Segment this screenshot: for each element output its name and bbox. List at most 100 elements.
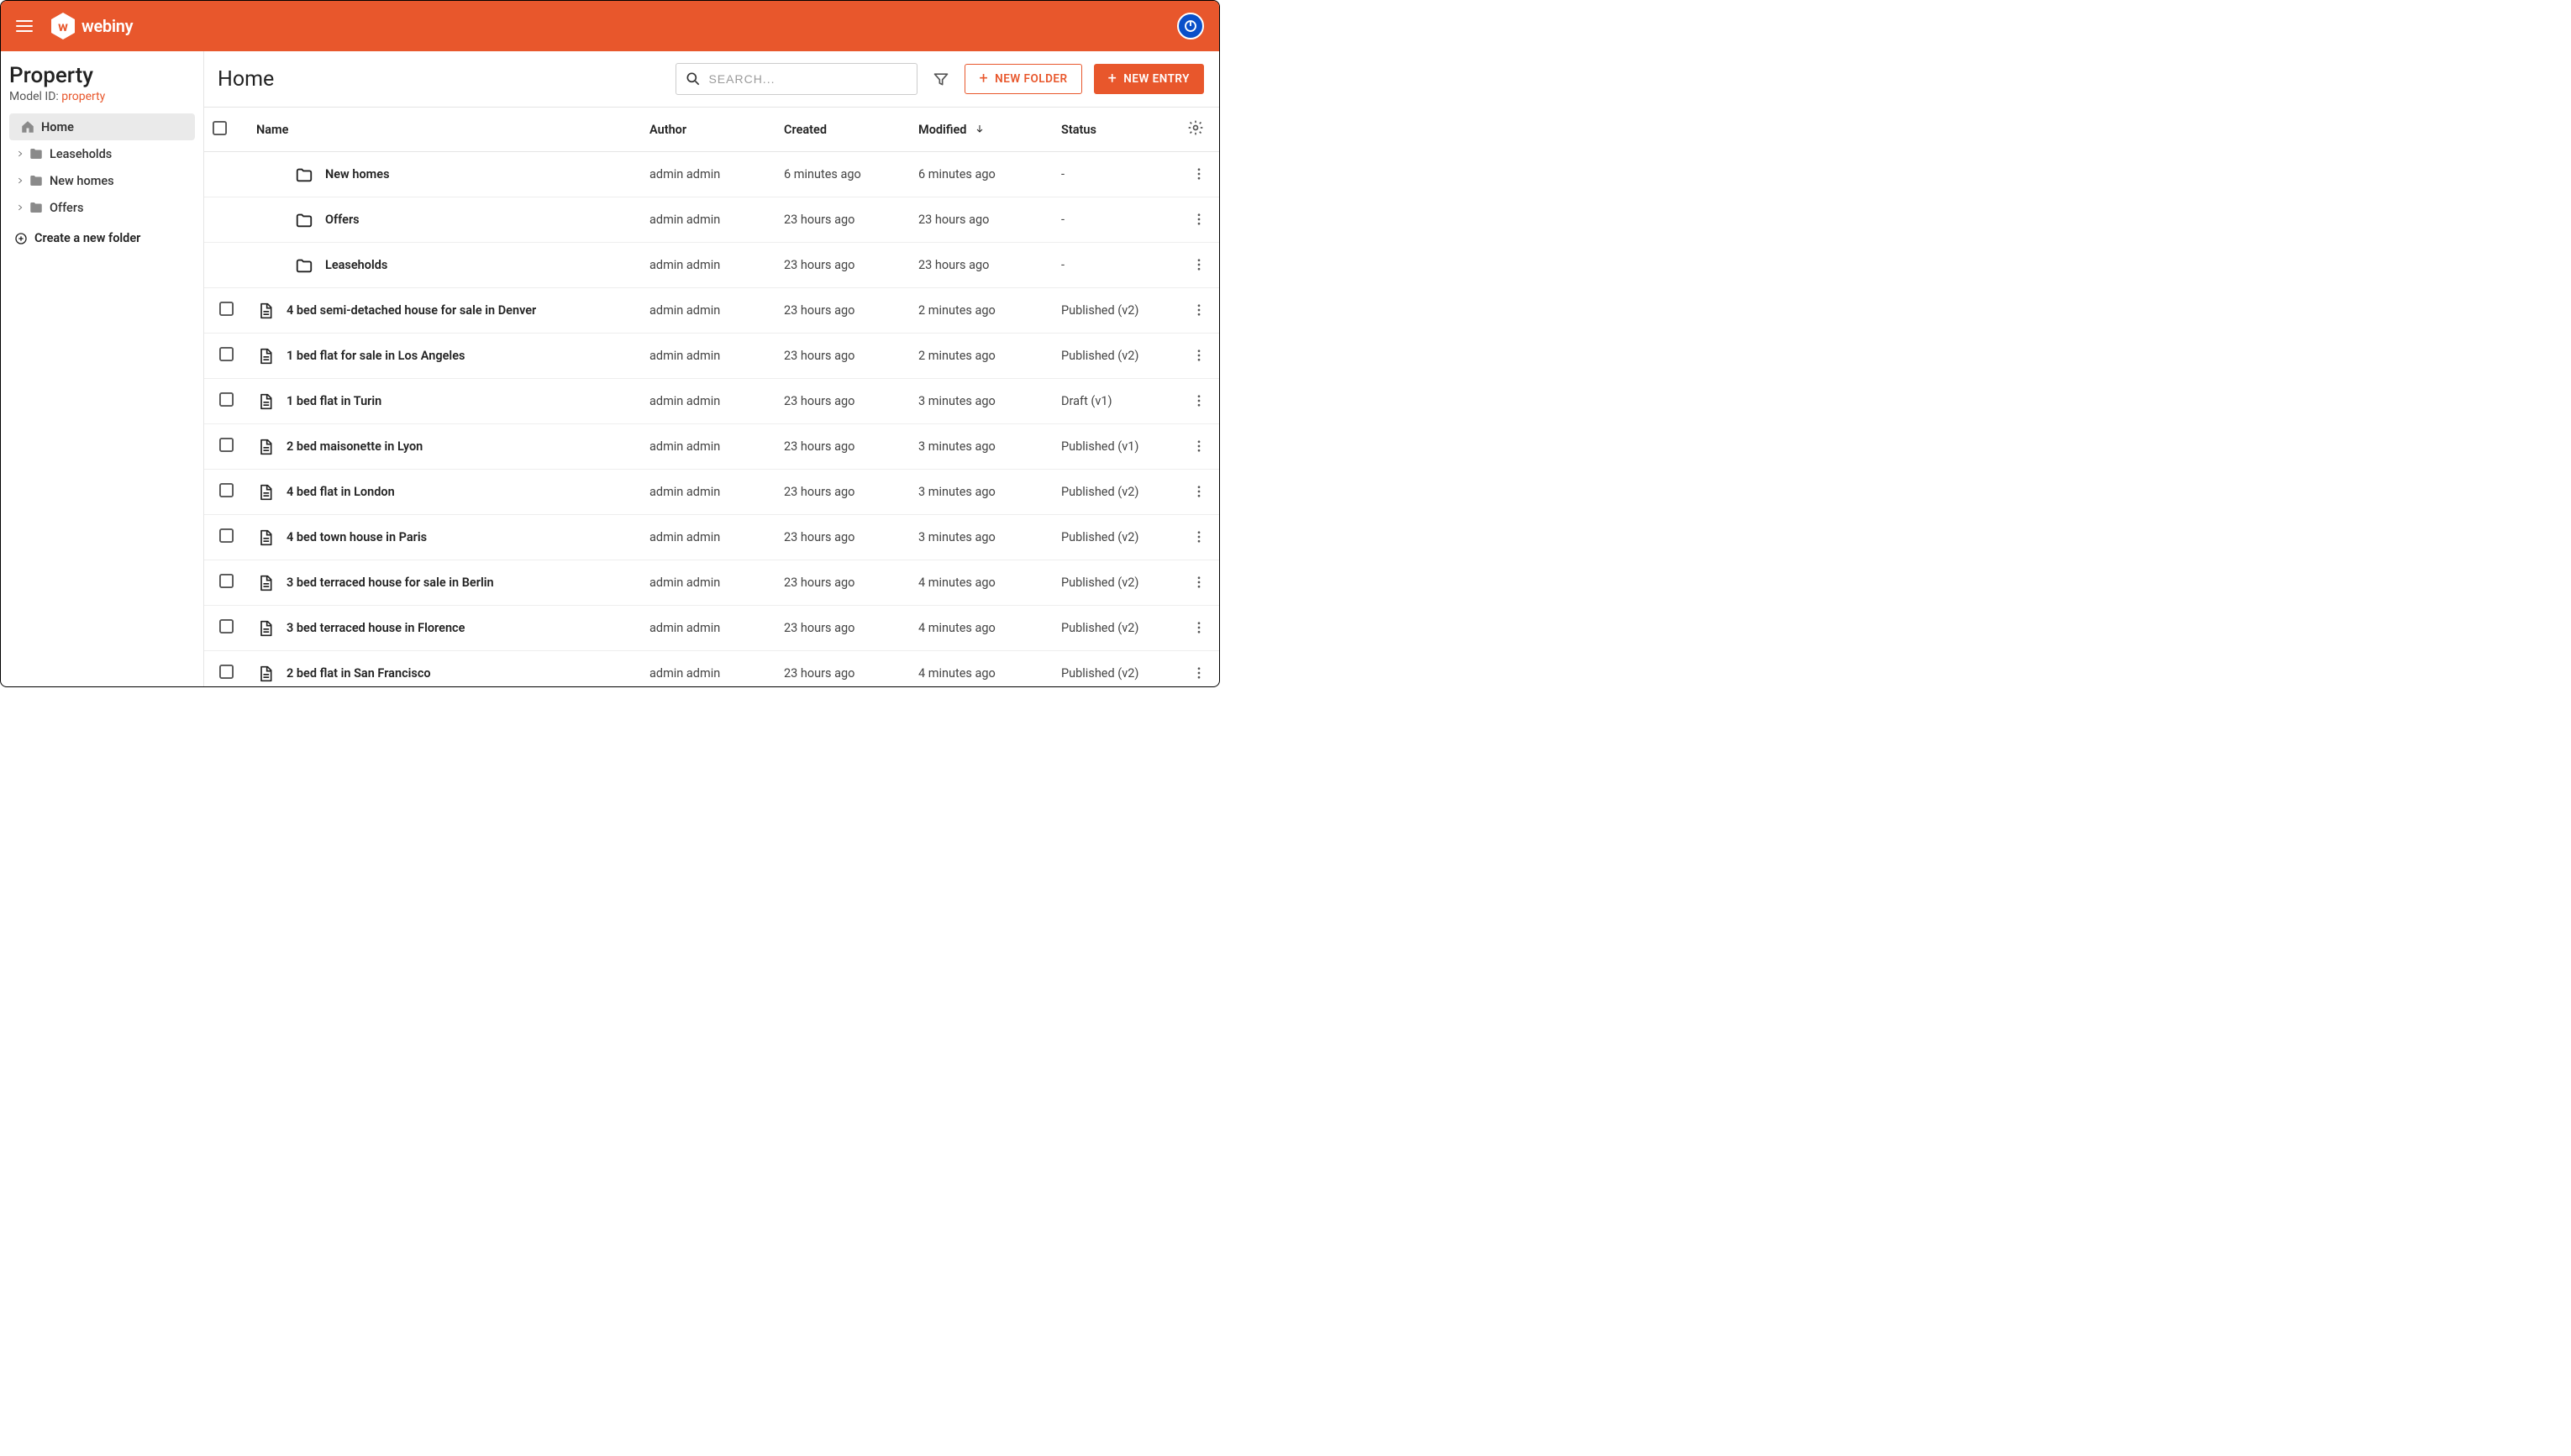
row-author: admin admin [641, 379, 776, 424]
row-actions-button[interactable] [1189, 345, 1209, 365]
row-modified: 3 minutes ago [910, 515, 1053, 560]
row-actions-button[interactable] [1189, 436, 1209, 456]
row-checkbox[interactable] [219, 438, 234, 452]
entries-table: Name Author Created Modified Status [204, 107, 1219, 686]
brand-logo[interactable]: w webiny [51, 13, 133, 39]
file-icon [256, 347, 275, 365]
folder-icon [295, 256, 313, 275]
row-created: 23 hours ago [776, 197, 910, 243]
gear-icon [1187, 119, 1204, 136]
row-modified: 4 minutes ago [910, 560, 1053, 606]
row-author: admin admin [641, 470, 776, 515]
row-actions-button[interactable] [1189, 481, 1209, 502]
table-row[interactable]: 1 bed flat for sale in Los Angelesadmin … [204, 334, 1219, 379]
search-input[interactable] [708, 72, 908, 86]
row-author: admin admin [641, 651, 776, 687]
row-created: 23 hours ago [776, 651, 910, 687]
row-name: 2 bed flat in San Francisco [287, 666, 431, 681]
row-name: 2 bed maisonette in Lyon [287, 439, 423, 454]
column-author-header[interactable]: Author [641, 108, 776, 152]
main-header: Home + New Folder + New Ent [204, 51, 1219, 107]
table-row[interactable]: 3 bed terraced house in Florenceadmin ad… [204, 606, 1219, 651]
row-checkbox[interactable] [219, 347, 234, 361]
row-checkbox[interactable] [219, 528, 234, 543]
table-row[interactable]: 2 bed flat in San Francisco admin admin23… [204, 651, 1219, 687]
select-all-checkbox[interactable] [213, 121, 227, 135]
row-author: admin admin [641, 334, 776, 379]
sidebar-item-new-homes[interactable]: New homes [9, 167, 195, 194]
row-author: admin admin [641, 243, 776, 288]
menu-button[interactable] [16, 20, 33, 32]
new-folder-button[interactable]: + New Folder [965, 64, 1081, 94]
table-row[interactable]: 4 bed semi-detached house for sale in De… [204, 288, 1219, 334]
folder-icon [295, 211, 313, 229]
row-checkbox[interactable] [219, 392, 234, 407]
table-row[interactable]: 4 bed town house in Parisadmin admin23 h… [204, 515, 1219, 560]
row-modified: 4 minutes ago [910, 606, 1053, 651]
row-actions-button[interactable] [1189, 255, 1209, 275]
sidebar-item-label: New homes [50, 174, 114, 188]
new-entry-button[interactable]: + New Entry [1094, 64, 1204, 94]
row-name: Offers [325, 213, 360, 227]
row-modified: 2 minutes ago [910, 334, 1053, 379]
table-settings-button[interactable] [1187, 119, 1204, 136]
model-id-label: Model ID: [9, 90, 61, 103]
plus-circle-icon [14, 232, 28, 245]
table-row[interactable]: Leaseholdsadmin admin23 hours ago23 hour… [204, 243, 1219, 288]
column-modified-header[interactable]: Modified [910, 108, 1053, 152]
row-modified: 3 minutes ago [910, 379, 1053, 424]
row-actions-button[interactable] [1189, 572, 1209, 592]
table-row[interactable]: 4 bed flat in Londonadmin admin23 hours … [204, 470, 1219, 515]
file-icon [256, 574, 275, 592]
row-checkbox[interactable] [219, 665, 234, 679]
filter-button[interactable] [929, 67, 953, 91]
row-created: 23 hours ago [776, 560, 910, 606]
row-created: 23 hours ago [776, 515, 910, 560]
row-author: admin admin [641, 560, 776, 606]
create-folder-button[interactable]: Create a new folder [9, 228, 195, 249]
row-checkbox[interactable] [219, 483, 234, 497]
column-created-header[interactable]: Created [776, 108, 910, 152]
row-actions-button[interactable] [1189, 164, 1209, 184]
row-name: Leaseholds [325, 258, 387, 272]
logo-hexagon-icon: w [51, 13, 75, 39]
folder-icon [28, 172, 45, 189]
new-entry-label: New Entry [1123, 72, 1190, 86]
row-actions-button[interactable] [1189, 391, 1209, 411]
row-created: 23 hours ago [776, 606, 910, 651]
sidebar-item-leaseholds[interactable]: Leaseholds [9, 140, 195, 167]
table-row[interactable]: New homesadmin admin6 minutes ago6 minut… [204, 152, 1219, 197]
row-status: Published (v2) [1053, 560, 1179, 606]
row-actions-button[interactable] [1189, 618, 1209, 638]
create-folder-label: Create a new folder [34, 231, 140, 245]
filter-icon [933, 71, 949, 87]
row-status: Published (v2) [1053, 288, 1179, 334]
folder-tree: Home Leaseholds New homes Offers [9, 113, 195, 221]
row-actions-button[interactable] [1189, 300, 1209, 320]
sidebar-item-offers[interactable]: Offers [9, 194, 195, 221]
power-icon [1183, 18, 1198, 34]
table-row[interactable]: 3 bed terraced house for sale in Berlina… [204, 560, 1219, 606]
column-status-header[interactable]: Status [1053, 108, 1179, 152]
sidebar-item-home[interactable]: Home [9, 113, 195, 140]
row-modified: 23 hours ago [910, 197, 1053, 243]
table-row[interactable]: Offersadmin admin23 hours ago23 hours ag… [204, 197, 1219, 243]
row-modified: 6 minutes ago [910, 152, 1053, 197]
model-title: Property [9, 63, 195, 88]
file-icon [256, 483, 275, 502]
table-row[interactable]: 1 bed flat in Turinadmin admin23 hours a… [204, 379, 1219, 424]
sidebar-item-label: Home [41, 120, 74, 134]
row-checkbox[interactable] [219, 619, 234, 633]
row-actions-button[interactable] [1189, 663, 1209, 683]
search-box[interactable] [676, 63, 917, 95]
table-row[interactable]: 2 bed maisonette in Lyonadmin admin23 ho… [204, 424, 1219, 470]
model-id-value[interactable]: property [61, 90, 105, 103]
row-actions-button[interactable] [1189, 209, 1209, 229]
column-name-header[interactable]: Name [248, 108, 641, 152]
row-actions-button[interactable] [1189, 527, 1209, 547]
row-checkbox[interactable] [219, 574, 234, 588]
row-status: Published (v2) [1053, 515, 1179, 560]
row-modified: 2 minutes ago [910, 288, 1053, 334]
profile-button[interactable] [1177, 13, 1204, 39]
row-checkbox[interactable] [219, 302, 234, 316]
